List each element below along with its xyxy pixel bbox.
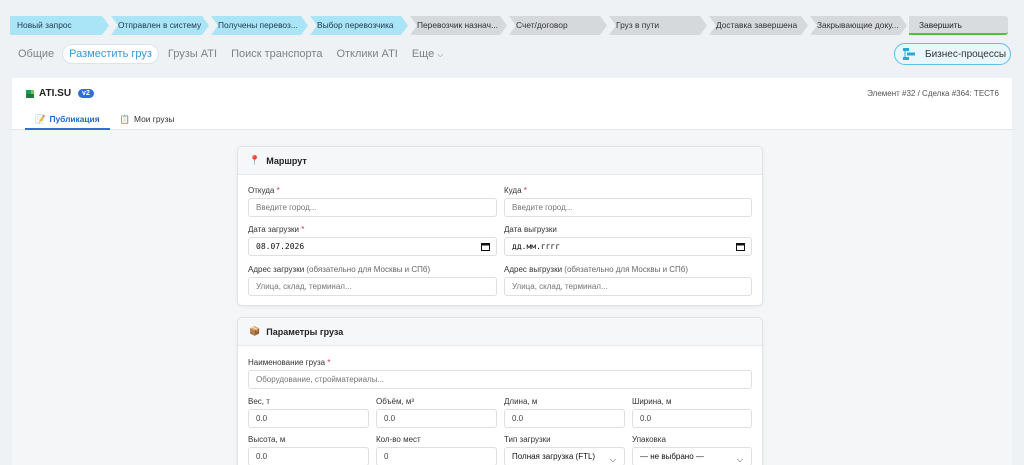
tab-place-cargo[interactable]: Разместить груз xyxy=(62,44,159,64)
pipeline-stage[interactable]: Новый запрос xyxy=(10,16,109,35)
pin-icon: 📍 xyxy=(249,155,261,165)
tab-general[interactable]: Общие xyxy=(18,48,54,60)
pipeline-stage[interactable]: Перевозчик назнач... xyxy=(410,16,507,35)
weight-label: Вес, т xyxy=(248,397,270,406)
chevron-down-icon: ⌵ xyxy=(609,455,616,464)
list-icon: 📋 xyxy=(119,114,131,124)
package-select[interactable]: — не выбрано — ⌵ xyxy=(632,447,752,465)
pipeline-stage[interactable]: Груз в пути xyxy=(609,16,707,35)
length-label: Длина, м xyxy=(504,397,538,406)
volume-input[interactable]: 0.0 xyxy=(376,409,497,428)
package-value: — не выбрано — xyxy=(640,452,704,461)
load-address-label: Адрес загрузки (обязательно для Москвы и… xyxy=(248,265,431,274)
app-name: ATI.SU xyxy=(39,88,72,99)
load-address-input[interactable] xyxy=(248,277,497,296)
cargo-name-label: Наименование груза * xyxy=(248,358,331,367)
calendar-icon xyxy=(736,243,745,251)
width-label: Ширина, м xyxy=(632,397,672,406)
pipeline-stage[interactable]: Закрывающие доку... xyxy=(810,16,907,35)
load-date-input[interactable]: 08.07.2026 xyxy=(248,237,497,256)
route-card-header: 📍 Маршрут xyxy=(238,147,762,175)
height-label: Высота, м xyxy=(248,435,286,444)
tab-my-cargo[interactable]: 📋 Мои грузы xyxy=(110,113,185,130)
pencil-icon: 📝 xyxy=(35,114,46,124)
app-logo: ATI.SU v2 xyxy=(26,88,94,99)
load-date-value: 08.07.2026 xyxy=(256,242,305,251)
business-processes-label: Бизнес-процессы xyxy=(925,48,1007,60)
unload-address-input[interactable] xyxy=(504,277,752,296)
chevron-down-icon: ⌵ xyxy=(736,455,743,464)
unload-address-label: Адрес выгрузки (обязательно для Москвы и… xyxy=(504,265,689,274)
tab-my-cargo-label: Мои грузы xyxy=(134,114,175,124)
package-label: Упаковка xyxy=(632,435,666,444)
places-input[interactable]: 0 xyxy=(376,447,497,465)
tab-publication-label: Публикация xyxy=(49,114,100,124)
places-label: Кол-во мест xyxy=(376,435,421,444)
chevron-down-icon: ⌵ xyxy=(437,50,444,59)
pipeline-stage[interactable]: Выбор перевозчика xyxy=(310,16,408,35)
tab-ati-responses[interactable]: Отклики ATI xyxy=(336,48,397,60)
workflow-icon xyxy=(903,48,915,60)
box-icon: 📦 xyxy=(249,326,261,336)
from-input[interactable] xyxy=(248,198,497,217)
unload-date-value: дд.мм.гггг xyxy=(512,242,561,251)
top-nav: Общие Разместить груз Грузы ATI Поиск тр… xyxy=(18,44,457,64)
route-card: 📍 Маршрут Откуда * Куда * Дата загрузки … xyxy=(237,146,763,306)
cargo-title: Параметры груза xyxy=(266,326,344,337)
version-badge: v2 xyxy=(78,89,94,98)
unload-date-label: Дата выгрузки xyxy=(504,225,557,234)
from-label: Откуда * xyxy=(248,186,280,195)
load-type-label: Тип загрузки xyxy=(504,435,551,444)
pipeline-finish-stage[interactable]: Завершить xyxy=(909,16,1008,35)
tab-more[interactable]: Еще ⌵ xyxy=(412,48,444,60)
pipeline-stage[interactable]: Получены перевоз... xyxy=(211,16,308,35)
volume-label: Объём, м³ xyxy=(376,397,415,406)
tab-more-label: Еще xyxy=(411,48,435,60)
weight-input[interactable]: 0.0 xyxy=(248,409,369,428)
breadcrumb: Элемент #32 / Сделка #364: ТЕСТ6 xyxy=(867,89,999,98)
cargo-name-input[interactable] xyxy=(248,370,752,389)
pipeline: Новый запрос Отправлен в систему Получены … xyxy=(10,16,1008,35)
cargo-card: 📦 Параметры груза Наименование груза * В… xyxy=(237,317,763,465)
load-type-value: Полная загрузка (FTL) xyxy=(512,452,596,461)
business-processes-button[interactable]: Бизнес-процессы xyxy=(894,43,1011,65)
width-input[interactable]: 0.0 xyxy=(632,409,752,428)
tab-ati-cargo[interactable]: Грузы ATI xyxy=(168,48,217,60)
route-title: Маршрут xyxy=(266,155,307,166)
load-type-select[interactable]: Полная загрузка (FTL) ⌵ xyxy=(504,447,625,465)
pipeline-stage[interactable]: Доставка завершена xyxy=(709,16,808,35)
load-date-label: Дата загрузки * xyxy=(248,225,305,234)
pipeline-stage[interactable]: Отправлен в систему xyxy=(111,16,209,35)
cargo-card-header: 📦 Параметры груза xyxy=(238,318,762,346)
tab-transport-search[interactable]: Поиск транспорта xyxy=(231,48,322,60)
ati-logo-icon xyxy=(26,89,34,98)
to-input[interactable] xyxy=(504,198,752,217)
tab-publication[interactable]: 📝 Публикация xyxy=(25,113,110,130)
height-input[interactable]: 0.0 xyxy=(248,447,369,465)
calendar-icon xyxy=(481,243,490,251)
length-input[interactable]: 0.0 xyxy=(504,409,625,428)
panel-header: ATI.SU v2 Элемент #32 / Сделка #364: ТЕС… xyxy=(12,78,1012,130)
pipeline-stage[interactable]: Счет/договор xyxy=(509,16,607,35)
to-label: Куда * xyxy=(504,186,527,195)
unload-date-input[interactable]: дд.мм.гггг xyxy=(504,237,752,256)
